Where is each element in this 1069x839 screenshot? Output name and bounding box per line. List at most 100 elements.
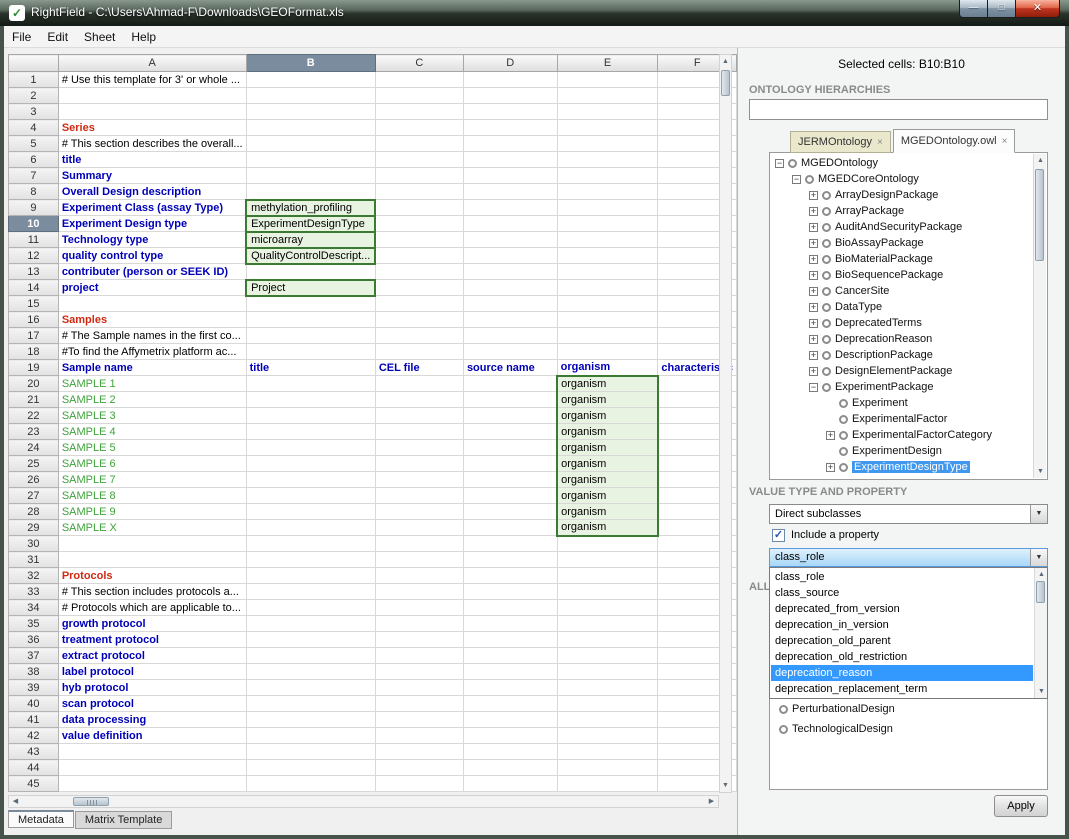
scroll-up-icon[interactable]: ▲ [1036,569,1047,580]
cell-E44[interactable] [557,760,658,776]
cell-B23[interactable] [246,424,375,440]
sheet-tab-matrix-template[interactable]: Matrix Template [75,811,172,829]
cell-A34[interactable]: # Protocols which are applicable to... [58,600,246,616]
cell-B16[interactable] [246,312,375,328]
cell-C28[interactable] [375,504,463,520]
cell-E30[interactable] [557,536,658,552]
cell-D5[interactable] [463,136,557,152]
cell-A6[interactable]: title [58,152,246,168]
cell-B39[interactable] [246,680,375,696]
cell-B43[interactable] [246,744,375,760]
cell-A13[interactable]: contributer (person or SEEK ID) [58,264,246,280]
row-header-23[interactable]: 23 [9,424,59,440]
cell-A19[interactable]: Sample name [58,360,246,376]
cell-E32[interactable] [557,568,658,584]
cell-D31[interactable] [463,552,557,568]
row-header-20[interactable]: 20 [9,376,59,392]
cell-A1[interactable]: # Use this template for 3' or whole ... [58,72,246,88]
tree-scroll-thumb[interactable] [1035,169,1044,261]
cell-B5[interactable] [246,136,375,152]
cell-E3[interactable] [557,104,658,120]
tree-node-deprecatedterms[interactable]: +DeprecatedTerms [771,315,1032,331]
cell-A21[interactable]: SAMPLE 2 [58,392,246,408]
cell-B34[interactable] [246,600,375,616]
tab-close-icon[interactable]: × [1002,136,1008,147]
cell-A44[interactable] [58,760,246,776]
cell-E45[interactable] [557,776,658,792]
cell-D27[interactable] [463,488,557,504]
cell-C45[interactable] [375,776,463,792]
cell-D19[interactable]: source name [463,360,557,376]
row-header-18[interactable]: 18 [9,344,59,360]
cell-D33[interactable] [463,584,557,600]
cell-A36[interactable]: treatment protocol [58,632,246,648]
cell-B40[interactable] [246,696,375,712]
tree-node-mgedcoreontology[interactable]: −MGEDCoreOntology [771,171,1032,187]
dropdown-option-class-source[interactable]: class_source [771,585,1033,601]
tree-node-datatype[interactable]: +DataType [771,299,1032,315]
plus-expander-icon[interactable]: + [809,239,818,248]
cell-A10[interactable]: Experiment Design type [58,216,246,232]
cell-C35[interactable] [375,616,463,632]
cell-B27[interactable] [246,488,375,504]
cell-D16[interactable] [463,312,557,328]
cell-C34[interactable] [375,600,463,616]
cell-B9[interactable]: methylation_profiling [246,200,375,216]
plus-expander-icon[interactable]: + [809,367,818,376]
cell-C13[interactable] [375,264,463,280]
cell-C11[interactable] [375,232,463,248]
cell-C9[interactable] [375,200,463,216]
cell-C29[interactable] [375,520,463,536]
cell-C26[interactable] [375,472,463,488]
cell-E26[interactable]: organism [557,472,658,488]
row-header-3[interactable]: 3 [9,104,59,120]
cell-B8[interactable] [246,184,375,200]
row-header-40[interactable]: 40 [9,696,59,712]
row-header-1[interactable]: 1 [9,72,59,88]
menu-file[interactable]: File [4,26,39,48]
scroll-down-icon[interactable]: ▼ [720,780,731,791]
row-header-30[interactable]: 30 [9,536,59,552]
cell-A2[interactable] [58,88,246,104]
cell-A41[interactable]: data processing [58,712,246,728]
row-header-33[interactable]: 33 [9,584,59,600]
cell-A43[interactable] [58,744,246,760]
row-header-7[interactable]: 7 [9,168,59,184]
cell-D9[interactable] [463,200,557,216]
cell-C39[interactable] [375,680,463,696]
cell-B37[interactable] [246,648,375,664]
cell-C21[interactable] [375,392,463,408]
cell-C7[interactable] [375,168,463,184]
sheet-tab-metadata[interactable]: Metadata [8,810,74,828]
cell-E41[interactable] [557,712,658,728]
cell-A18[interactable]: #To find the Affymetrix platform ac... [58,344,246,360]
cell-D11[interactable] [463,232,557,248]
cell-E9[interactable] [557,200,658,216]
cell-C16[interactable] [375,312,463,328]
plus-expander-icon[interactable]: + [809,303,818,312]
column-header-B[interactable]: B [246,55,375,72]
cell-C14[interactable] [375,280,463,296]
cell-E27[interactable]: organism [557,488,658,504]
select-all-corner[interactable] [9,55,59,72]
scroll-left-icon[interactable]: ◀ [10,796,21,807]
dropdown-option-deprecated-from-version[interactable]: deprecated_from_version [771,601,1033,617]
row-header-29[interactable]: 29 [9,520,59,536]
cell-B3[interactable] [246,104,375,120]
dropdown-scrollbar[interactable]: ▲ ▼ [1034,568,1047,698]
cell-B44[interactable] [246,760,375,776]
cell-E16[interactable] [557,312,658,328]
cell-D13[interactable] [463,264,557,280]
vertical-scroll-thumb[interactable] [721,70,730,96]
row-header-11[interactable]: 11 [9,232,59,248]
cell-A30[interactable] [58,536,246,552]
cell-D14[interactable] [463,280,557,296]
dropdown-option-deprecation-in-version[interactable]: deprecation_in_version [771,617,1033,633]
row-header-6[interactable]: 6 [9,152,59,168]
cell-C5[interactable] [375,136,463,152]
cell-E12[interactable] [557,248,658,264]
cell-E14[interactable] [557,280,658,296]
cell-E15[interactable] [557,296,658,312]
column-header-A[interactable]: A [58,55,246,72]
cell-D35[interactable] [463,616,557,632]
